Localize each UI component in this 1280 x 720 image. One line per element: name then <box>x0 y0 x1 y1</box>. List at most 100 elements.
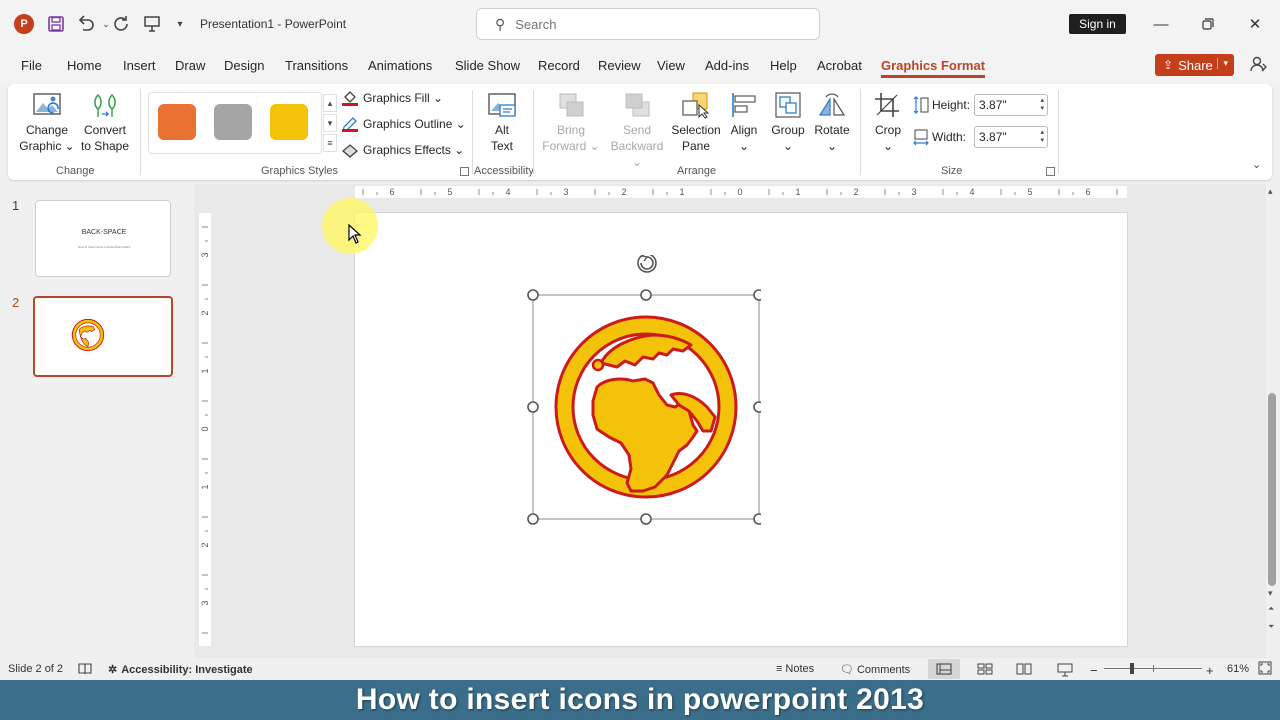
slide-thumbnail-2[interactable] <box>33 296 173 377</box>
reading-view-icon[interactable] <box>1016 663 1032 675</box>
next-slide-icon[interactable]: ⏷ <box>1268 622 1274 632</box>
size-launcher-icon[interactable] <box>1046 167 1055 176</box>
send-backward-button[interactable]: Send Backward ⌄ <box>604 90 670 170</box>
spelling-check-icon[interactable] <box>78 663 92 675</box>
tab-graphics-format[interactable]: Graphics Format <box>881 58 986 78</box>
scrollbar-thumb[interactable] <box>1268 393 1276 586</box>
minimize-icon[interactable]: — <box>1148 12 1174 36</box>
gallery-scroll-up-icon[interactable]: ▴ <box>323 94 337 112</box>
resize-handle-top-right[interactable] <box>753 289 761 301</box>
horizontal-ruler[interactable]: 6 5 4 3 2 1 0 1 2 3 4 5 6 <box>355 186 1127 198</box>
tab-animations[interactable]: Animations <box>368 58 432 73</box>
share-icon: ⇪ <box>1163 58 1174 72</box>
zoom-out-button[interactable]: − <box>1090 663 1098 678</box>
crop-button[interactable]: Crop ⌄ <box>868 90 908 154</box>
tab-draw[interactable]: Draw <box>175 58 205 73</box>
zoom-in-button[interactable]: + <box>1206 663 1214 678</box>
customize-quick-access-icon[interactable]: ▾ <box>168 12 192 36</box>
zoom-level[interactable]: 61% <box>1227 663 1249 675</box>
width-spinner-icon[interactable]: ▴ ▾ <box>1041 129 1045 145</box>
zoom-slider-center-mark <box>1153 665 1154 672</box>
change-graphic-button[interactable]: Change Graphic ⌄ <box>18 90 76 154</box>
tab-acrobat[interactable]: Acrobat <box>817 58 862 73</box>
present-icon[interactable] <box>140 12 164 36</box>
collapse-ribbon-icon[interactable]: ⌄ <box>1252 158 1261 171</box>
tab-review[interactable]: Review <box>598 58 641 73</box>
gallery-scroll-down-icon[interactable]: ▾ <box>323 114 337 132</box>
rotate-handle-icon[interactable] <box>637 255 657 273</box>
slide-sorter-view-icon[interactable] <box>977 663 993 675</box>
height-input[interactable] <box>974 94 1049 116</box>
alt-text-button[interactable]: Alt Text <box>480 90 524 154</box>
ribbon: Change Graphic ⌄ Convert to Shape Change… <box>8 84 1272 180</box>
graphics-fill-button[interactable]: Graphics Fill ⌄ <box>341 88 443 108</box>
change-graphic-label-1: Change <box>25 123 69 137</box>
share-dropdown-icon[interactable]: ▾ <box>1217 58 1228 69</box>
globe-graphic[interactable] <box>521 255 761 525</box>
resize-handle-top-left[interactable] <box>527 289 539 301</box>
height-spinner-icon[interactable]: ▴ ▾ <box>1041 97 1045 113</box>
style-swatch-gold[interactable] <box>270 104 308 140</box>
group-label-change: Change <box>56 165 95 177</box>
resize-handle-bottom-right[interactable] <box>753 513 761 525</box>
width-input[interactable] <box>974 126 1049 148</box>
resize-handle-right[interactable] <box>753 401 761 413</box>
tab-design[interactable]: Design <box>224 58 264 73</box>
tab-insert[interactable]: Insert <box>123 58 156 73</box>
search-input[interactable] <box>515 16 796 32</box>
graphics-outline-button[interactable]: Graphics Outline ⌄ <box>341 114 466 134</box>
tab-record[interactable]: Record <box>538 58 580 73</box>
tab-view[interactable]: View <box>657 58 685 73</box>
accessibility-status[interactable]: ✲ Accessibility: Investigate <box>108 663 253 677</box>
style-swatch-gray[interactable] <box>214 104 252 140</box>
align-icon <box>728 90 760 120</box>
svg-text:1: 1 <box>795 187 800 197</box>
search-box[interactable]: ⚲ <box>476 8 820 40</box>
fit-slide-icon[interactable] <box>1258 661 1272 675</box>
style-swatch-orange[interactable] <box>158 104 196 140</box>
group-button[interactable]: Group ⌄ <box>766 90 810 154</box>
close-icon[interactable]: ✕ <box>1242 12 1268 36</box>
previous-slide-icon[interactable]: ⏶ <box>1268 604 1274 614</box>
resize-handle-bottom[interactable] <box>640 513 652 525</box>
notes-button[interactable]: ≡ Notes <box>776 663 814 675</box>
sign-in-button[interactable]: Sign in <box>1069 14 1126 34</box>
comments-person-icon[interactable] <box>1248 54 1268 74</box>
slide-thumbnail-1[interactable]: BACK-SPACE How to insert icons in PowerP… <box>35 200 171 277</box>
svg-text:2: 2 <box>621 187 626 197</box>
bring-forward-label-1: Bring <box>556 123 585 137</box>
slide-show-view-icon[interactable] <box>1057 663 1073 677</box>
status-bar: Slide 2 of 2 ✲ Accessibility: Investigat… <box>0 658 1280 680</box>
slide-canvas[interactable] <box>354 212 1128 647</box>
comments-button[interactable]: 🗨 Comments <box>840 663 910 677</box>
save-icon[interactable] <box>44 12 68 36</box>
tab-file[interactable]: File <box>21 58 42 73</box>
vertical-ruler[interactable]: 3 2 1 0 1 2 3 <box>199 213 211 646</box>
rotate-button[interactable]: Rotate ⌄ <box>810 90 854 154</box>
resize-handle-left[interactable] <box>527 401 539 413</box>
tab-transitions[interactable]: Transitions <box>285 58 348 73</box>
convert-to-shape-button[interactable]: Convert to Shape <box>78 90 132 154</box>
tab-home[interactable]: Home <box>67 58 102 73</box>
resize-handle-top[interactable] <box>640 289 652 301</box>
tab-slide-show[interactable]: Slide Show <box>455 58 520 73</box>
bring-forward-button[interactable]: Bring Forward ⌄ <box>540 90 602 154</box>
graphics-effects-button[interactable]: Graphics Effects ⌄ <box>341 140 464 160</box>
share-button[interactable]: ⇪ Share ▾ <box>1155 54 1234 76</box>
tab-add-ins[interactable]: Add-ins <box>705 58 749 73</box>
graphics-styles-launcher-icon[interactable] <box>460 167 469 176</box>
redo-icon[interactable] <box>110 12 134 36</box>
accessibility-status-label: Accessibility: Investigate <box>121 663 253 676</box>
selection-pane-button[interactable]: Selection Pane <box>670 90 722 154</box>
resize-handle-bottom-left[interactable] <box>527 513 539 525</box>
zoom-slider-thumb[interactable] <box>1130 663 1134 674</box>
tab-help[interactable]: Help <box>770 58 797 73</box>
scroll-down-icon[interactable]: ▾ <box>1268 588 1273 599</box>
globe-icon[interactable] <box>554 315 738 499</box>
align-button[interactable]: Align ⌄ <box>724 90 764 154</box>
normal-view-icon[interactable] <box>928 659 960 679</box>
graphics-styles-gallery[interactable] <box>148 92 322 154</box>
restore-icon[interactable] <box>1195 12 1221 36</box>
gallery-more-icon[interactable]: ≡ <box>323 134 337 152</box>
scroll-up-icon[interactable]: ▴ <box>1268 186 1273 197</box>
